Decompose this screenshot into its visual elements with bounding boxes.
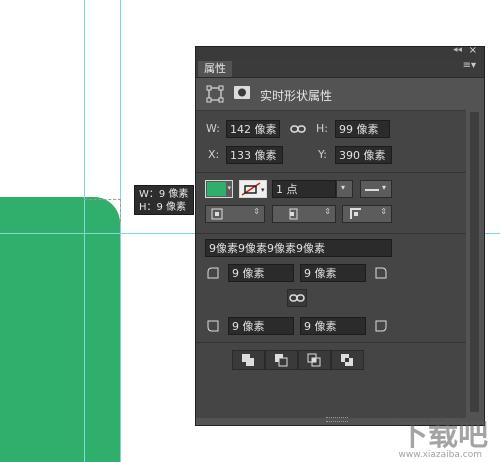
properties-panel: ◂◂ × 属性 ≡▾ 实时形状属性 W: 142 像素 H: 99 像素 X: … [195, 45, 485, 426]
section-title: 实时形状属性 [260, 89, 333, 103]
chevron-down-icon: ▾ [382, 183, 387, 192]
height-label: H: [316, 122, 328, 135]
spinner-icon: ⇕ [253, 207, 260, 216]
transform-section: W: 142 像素 H: 99 像素 X: 133 像素 Y: 390 像素 [196, 110, 466, 173]
combine-shapes-icon [242, 354, 254, 366]
panel-titlebar: ◂◂ × [196, 45, 484, 59]
panel-scrollbar[interactable] [466, 78, 484, 418]
stroke-caps-dropdown[interactable]: ⇕ [272, 205, 336, 223]
width-field[interactable]: 142 像素 [226, 120, 280, 138]
combine-shapes-button[interactable] [232, 350, 265, 370]
corner-top-left-field[interactable]: 9 像素 [228, 264, 294, 282]
subtract-front-shape-button[interactable] [265, 350, 298, 370]
shape-properties-icon[interactable] [206, 85, 224, 103]
watermark-url: www.xiazaiba.com [398, 450, 482, 460]
mask-icon[interactable] [233, 85, 251, 101]
subtract-shapes-icon [275, 354, 288, 367]
spinner-icon: ⇕ [380, 207, 387, 216]
stroke-corners-dropdown[interactable]: ⇕ [342, 205, 392, 223]
resize-grip[interactable] [326, 417, 348, 422]
y-field[interactable]: 390 像素 [335, 146, 392, 164]
stroke-align-icon [211, 208, 223, 220]
rounded-rectangle-shape[interactable] [0, 197, 120, 462]
tab-properties[interactable]: 属性 [198, 61, 232, 77]
collapse-icon[interactable]: ◂◂ [453, 45, 462, 55]
stroke-width-field[interactable]: 1 点 [272, 180, 336, 198]
tooltip-width: W：9 像素 [139, 189, 189, 200]
link-icon[interactable] [290, 123, 306, 135]
exclude-overlapping-button[interactable] [331, 350, 364, 370]
path-operations-section [196, 343, 466, 379]
panel-tabbar: 属性 ≡▾ [196, 59, 484, 78]
corner-bottom-right-field[interactable]: 9 像素 [300, 317, 366, 335]
intersect-shapes-button[interactable] [298, 350, 331, 370]
svg-text:▾: ▾ [261, 186, 265, 194]
corner-bottom-left-field[interactable]: 9 像素 [228, 317, 294, 335]
x-field[interactable]: 133 像素 [226, 146, 283, 164]
vertical-guide[interactable] [120, 0, 121, 462]
intersect-shapes-icon [307, 353, 321, 367]
corner-top-left-icon [207, 267, 219, 279]
panel-body: 实时形状属性 W: 142 像素 H: 99 像素 X: 133 像素 Y: 3… [196, 78, 466, 418]
corner-radius-preview [84, 199, 121, 222]
fill-color-swatch[interactable]: ▾ [205, 180, 233, 198]
width-label: W: [206, 122, 220, 135]
stroke-align-dropdown[interactable]: ⇕ [205, 205, 265, 223]
height-field[interactable]: 99 像素 [335, 120, 390, 138]
chevron-down-icon: ▾ [341, 183, 346, 192]
y-label: Y: [318, 148, 327, 161]
close-icon[interactable]: × [469, 45, 477, 56]
spinner-icon: ⇕ [324, 207, 331, 216]
corner-bottom-right-icon [375, 320, 387, 332]
x-label: X: [208, 148, 220, 161]
corner-top-right-field[interactable]: 9 像素 [300, 264, 366, 282]
link-icon [289, 294, 305, 302]
exclude-shapes-icon [341, 354, 353, 366]
corner-bottom-left-icon [207, 320, 219, 332]
stroke-type-dropdown[interactable]: ▾ [360, 180, 392, 198]
corner-radius-section: 9像素9像素9像素9像素 9 像素 9 像素 9 像素 9 像素 [196, 234, 466, 343]
stroke-width-dropdown[interactable]: ▾ [336, 180, 353, 198]
tooltip-height: H：9 像素 [139, 202, 187, 213]
watermark-logo: 下载吧 [398, 418, 488, 453]
line-cap-icon [289, 208, 298, 220]
fill-stroke-section: ▾ ▾ 1 点 ▾ ▾ ⇕ ⇕ ⇕ [196, 173, 466, 234]
combined-radius-field[interactable]: 9像素9像素9像素9像素 [205, 239, 392, 257]
stroke-color-swatch[interactable]: ▾ [239, 180, 267, 198]
section-header: 实时形状属性 [196, 78, 466, 111]
size-tooltip: W：9 像素 H：9 像素 [134, 185, 194, 215]
scrollbar-thumb[interactable] [470, 112, 479, 412]
line-join-icon [350, 208, 361, 219]
panel-menu-icon[interactable]: ≡▾ [463, 60, 476, 71]
corner-top-right-icon [375, 267, 387, 279]
link-corners-button[interactable] [287, 289, 307, 307]
vertical-guide[interactable] [84, 0, 85, 462]
